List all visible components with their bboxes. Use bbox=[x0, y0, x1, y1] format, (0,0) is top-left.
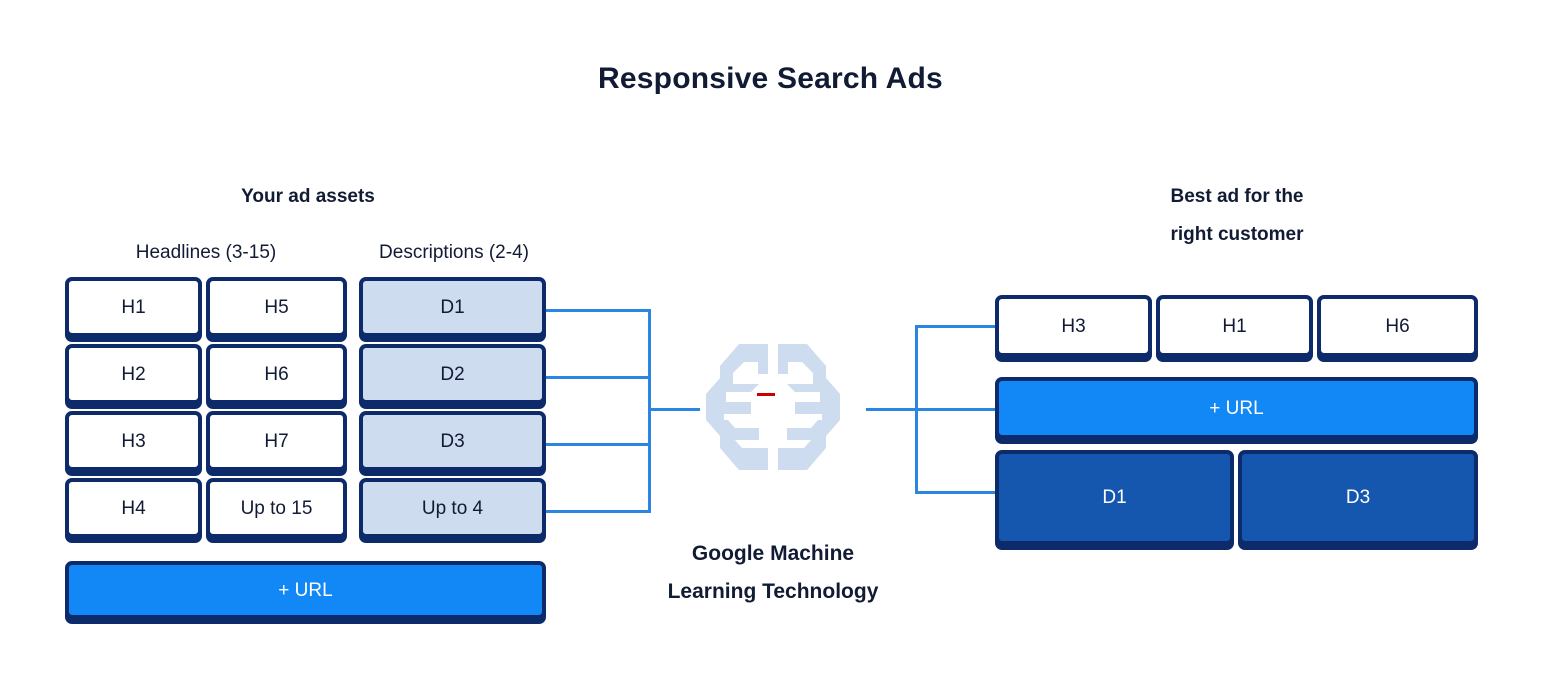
right-panel-heading: Best ad for the right customer bbox=[995, 178, 1479, 254]
description-chip-d1[interactable]: D1 bbox=[359, 277, 546, 337]
connector-right-url bbox=[915, 408, 997, 411]
page-title: Responsive Search Ads bbox=[598, 62, 943, 95]
headline-chip-h7[interactable]: H7 bbox=[206, 411, 347, 471]
connector-right-headlines bbox=[915, 325, 997, 328]
result-description-chip-1[interactable]: D1 bbox=[995, 450, 1234, 545]
headline-chip-up-to-15[interactable]: Up to 15 bbox=[206, 478, 347, 538]
descriptions-column-label: Descriptions (2-4) bbox=[379, 242, 529, 263]
connector-left-to-brain bbox=[648, 408, 700, 411]
left-panel-heading-text: Your ad assets bbox=[241, 186, 375, 207]
left-panel-heading: Your ad assets bbox=[66, 178, 550, 216]
result-headline-chip-1[interactable]: H3 bbox=[995, 295, 1152, 357]
ml-caption: Google Machine Learning Technology bbox=[613, 535, 933, 611]
headline-chip-h3[interactable]: H3 bbox=[65, 411, 202, 471]
description-chip-up-to-4[interactable]: Up to 4 bbox=[359, 478, 546, 538]
headline-chip-h4[interactable]: H4 bbox=[65, 478, 202, 538]
connector-left-d2 bbox=[546, 376, 651, 379]
connector-left-d1 bbox=[546, 309, 651, 312]
connector-left-spine bbox=[648, 309, 651, 513]
ml-caption-line1: Google Machine bbox=[691, 542, 855, 565]
right-panel-heading-line1: Best ad for the bbox=[1170, 186, 1304, 207]
headline-chip-h2[interactable]: H2 bbox=[65, 344, 202, 404]
connector-right-descriptions bbox=[915, 491, 997, 494]
result-description-chip-2[interactable]: D3 bbox=[1238, 450, 1478, 545]
connector-right-from-brain bbox=[866, 408, 918, 411]
headline-chip-h1[interactable]: H1 bbox=[65, 277, 202, 337]
left-url-button[interactable]: + URL bbox=[65, 561, 546, 619]
ml-caption-line2: Learning Technology bbox=[667, 580, 879, 603]
headline-chip-h6[interactable]: H6 bbox=[206, 344, 347, 404]
diagram-canvas: Responsive Search Ads Your ad assets Bes… bbox=[0, 0, 1541, 688]
result-headline-chip-3[interactable]: H6 bbox=[1317, 295, 1478, 357]
headline-chip-h5[interactable]: H5 bbox=[206, 277, 347, 337]
brain-icon bbox=[702, 340, 844, 474]
connector-left-d3 bbox=[546, 443, 651, 446]
headlines-column-label: Headlines (3-15) bbox=[135, 242, 277, 263]
connector-left-d4 bbox=[546, 510, 651, 513]
right-url-button[interactable]: + URL bbox=[995, 377, 1478, 439]
right-panel-heading-line2: right customer bbox=[1170, 224, 1304, 245]
description-chip-d3[interactable]: D3 bbox=[359, 411, 546, 471]
result-headline-chip-2[interactable]: H1 bbox=[1156, 295, 1313, 357]
description-chip-d2[interactable]: D2 bbox=[359, 344, 546, 404]
